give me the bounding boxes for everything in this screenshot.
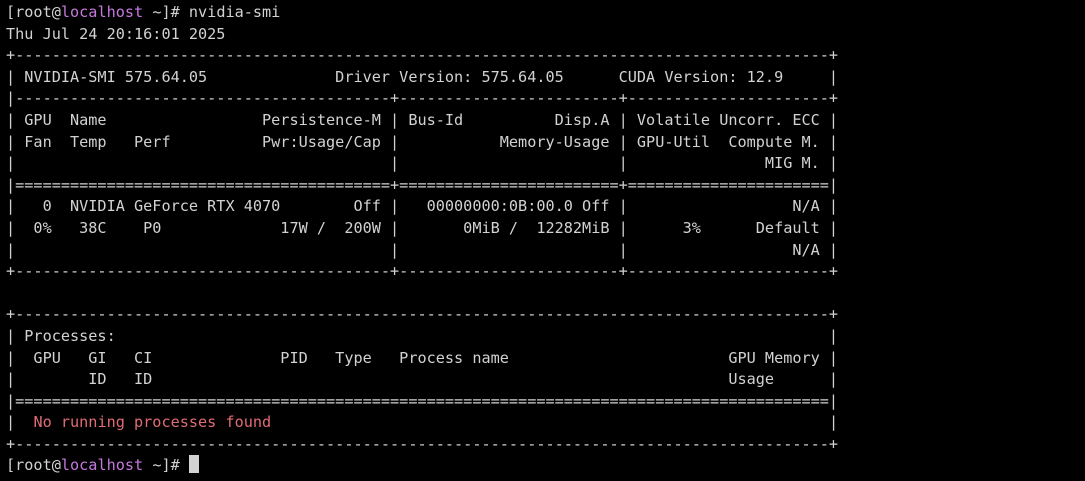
processes-empty-trail: | <box>271 413 839 432</box>
gpu-row-1: | 0 NVIDIA GeForce RTX 4070 Off | 000000… <box>6 197 839 216</box>
no-processes-message: No running processes found <box>33 413 272 432</box>
table-border-top: +---------------------------------------… <box>6 46 839 65</box>
gpu-row-2: | 0% 38C P0 17W / 200W | 0MiB / 12282MiB… <box>6 218 839 237</box>
processes-border-bottom: +---------------------------------------… <box>6 434 839 453</box>
command-prompt-line: [root@localhost ~]# nvidia-smi <box>6 2 1085 24</box>
command-text: nvidia-smi <box>188 3 281 21</box>
terminal-window[interactable]: [root@localhost ~]# nvidia-smi Thu Jul 2… <box>0 0 1085 481</box>
prompt-suffix: ~]# <box>143 3 189 21</box>
table-divider: |---------------------------------------… <box>6 89 839 108</box>
processes-double-divider: |=======================================… <box>6 391 839 410</box>
processes-header-row-2: | ID ID Usage | <box>6 370 839 389</box>
processes-empty-lead: | <box>6 413 34 432</box>
gpu-header-row-1: | GPU Name Persistence-M | Bus-Id Disp.A… <box>6 110 839 129</box>
processes-header-row-1: | GPU GI CI PID Type Process name GPU Me… <box>6 348 839 367</box>
gpu-header-row-3: | | | MIG M. | <box>6 154 839 173</box>
final-prompt-hostname: localhost <box>60 456 144 475</box>
prompt-prefix: [root@ <box>6 3 61 21</box>
gpu-row-3: | | | N/A | <box>6 240 839 259</box>
table-double-divider: |=======================================… <box>6 175 839 194</box>
text-cursor[interactable] <box>188 455 199 474</box>
final-prompt-suffix: ~]# <box>143 456 189 475</box>
version-info-line: | NVIDIA-SMI 575.64.05 Driver Version: 5… <box>6 67 839 86</box>
gpu-header-row-2: | Fan Temp Perf Pwr:Usage/Cap | Memory-U… <box>6 132 839 151</box>
timestamp-line: Thu Jul 24 20:16:01 2025 <box>6 24 226 43</box>
processes-title: | Processes: | <box>6 326 839 345</box>
processes-empty-row: | No running processes found | <box>6 412 1085 434</box>
processes-border-top: +---------------------------------------… <box>6 305 839 324</box>
final-prompt-line[interactable]: [root@localhost ~]# <box>6 455 1085 477</box>
table-border-bottom: +---------------------------------------… <box>6 262 839 281</box>
prompt-hostname: localhost <box>60 3 144 21</box>
final-prompt-prefix: [root@ <box>6 456 61 475</box>
